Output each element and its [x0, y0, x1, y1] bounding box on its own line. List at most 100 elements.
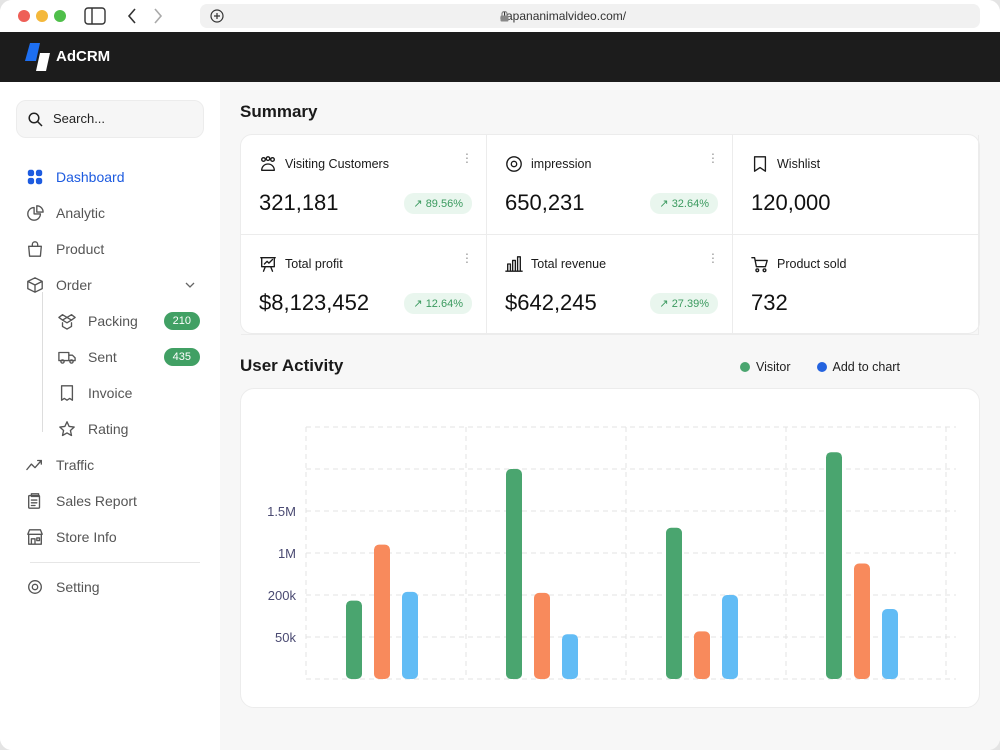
- browser-toolbar: Japananimalvideo.com/: [0, 0, 1000, 32]
- bar-blue-series[interactable]: [402, 592, 418, 679]
- app-header: AdCRM: [0, 32, 1000, 82]
- sidebar-item-dashboard[interactable]: Dashboard: [26, 162, 204, 192]
- sidebar-item-label: Sales Report: [56, 493, 137, 509]
- summary-card-total-revenue: Total revenue$642,245···↗ 27.39%: [487, 235, 733, 335]
- search-input[interactable]: [51, 110, 195, 127]
- sidebar-item-analytic[interactable]: Analytic: [26, 198, 204, 228]
- sidebar-item-store-info[interactable]: Store Info: [26, 522, 204, 552]
- count-badge: 210: [164, 312, 200, 330]
- change-value: 32.64%: [672, 198, 709, 210]
- sidebar-item-order[interactable]: Order: [26, 270, 204, 300]
- sidebar-item-label: Traffic: [56, 457, 94, 473]
- bars-icon: [505, 255, 523, 273]
- minimize-window-button[interactable]: [36, 10, 48, 22]
- card-value: 732: [751, 290, 788, 316]
- sidebar-item-invoice[interactable]: Invoice: [58, 378, 132, 408]
- sidebar-item-label: Product: [56, 241, 104, 257]
- card-value: $642,245: [505, 290, 597, 316]
- sidebar: Dashboard Analytic Product Order Packing 210 S…: [0, 82, 220, 750]
- star-icon: [58, 420, 76, 438]
- card-label: Product sold: [777, 257, 846, 271]
- more-options-icon[interactable]: ···: [464, 251, 470, 263]
- bar-orange-series[interactable]: [694, 631, 710, 679]
- card-value: 321,181: [259, 190, 339, 216]
- sidebar-item-label: Analytic: [56, 205, 105, 221]
- bar-visitor[interactable]: [826, 452, 842, 679]
- sidebar-item-rating[interactable]: Rating: [58, 414, 128, 444]
- bar-visitor[interactable]: [666, 528, 682, 679]
- card-label: impression: [531, 157, 591, 171]
- bar-chart: 50k200k1M1.5M: [241, 389, 979, 707]
- bar-blue-series[interactable]: [562, 634, 578, 679]
- sidebar-item-product[interactable]: Product: [26, 234, 204, 264]
- url-text[interactable]: Japananimalvideo.com/: [500, 9, 626, 23]
- browser-window: Japananimalvideo.com/ AdCRM Dashboard Ana…: [0, 0, 1000, 750]
- bar-visitor[interactable]: [346, 601, 362, 679]
- users-icon: [259, 155, 277, 173]
- summary-title: Summary: [240, 102, 317, 122]
- change-badge: ↗ 12.64%: [404, 293, 472, 314]
- trend-up-icon: ↗: [413, 198, 425, 210]
- new-tab-icon[interactable]: [210, 9, 224, 23]
- card-label: Visiting Customers: [285, 157, 389, 171]
- more-options-icon[interactable]: ···: [710, 151, 716, 163]
- bookmark-icon: [751, 155, 769, 173]
- sidebar-item-packing[interactable]: Packing: [58, 306, 138, 336]
- sidebar-item-label: Setting: [56, 579, 100, 595]
- app-name: AdCRM: [56, 48, 110, 65]
- more-options-icon[interactable]: ···: [464, 151, 470, 163]
- sidebar-item-sent[interactable]: Sent: [58, 342, 117, 372]
- search-icon: [28, 112, 43, 127]
- legend-item[interactable]: Visitor: [740, 360, 791, 374]
- sidebar-item-sales-report[interactable]: Sales Report: [26, 486, 204, 516]
- bar-orange-series[interactable]: [374, 545, 390, 679]
- summary-cards: Visiting Customers 321,181 ··· ↗ 89.56% impr…: [240, 134, 980, 334]
- more-options-icon[interactable]: ···: [710, 251, 716, 263]
- close-window-button[interactable]: [18, 10, 30, 22]
- trend-up-icon: ↗: [413, 298, 425, 310]
- back-icon[interactable]: [126, 7, 138, 25]
- address-bar[interactable]: Japananimalvideo.com/: [200, 4, 980, 28]
- summary-card-impression: impression 650,231 ··· ↗ 32.64%: [487, 135, 733, 235]
- search-box[interactable]: [16, 100, 204, 138]
- bag-icon: [26, 240, 44, 258]
- y-tick-label: 1.5M: [267, 504, 296, 519]
- sidebar-divider: [30, 562, 200, 563]
- trend-up-icon: ↗: [659, 198, 671, 210]
- sidebar-item-label: Invoice: [88, 385, 132, 401]
- sidebar-item-label: Sent: [88, 349, 117, 365]
- card-label: Wishlist: [777, 157, 820, 171]
- cart-icon: [751, 255, 769, 273]
- bar-blue-series[interactable]: [722, 595, 738, 679]
- summary-card-total-profit: Total profit$8,123,452···↗ 12.64%: [241, 235, 487, 335]
- chevron-down-icon[interactable]: [184, 279, 196, 291]
- lock-icon: [500, 11, 509, 22]
- sidebar-item-setting[interactable]: Setting: [26, 572, 204, 602]
- sidebar-item-traffic[interactable]: Traffic: [26, 450, 204, 480]
- bar-orange-series[interactable]: [534, 593, 550, 679]
- legend-label: Visitor: [756, 360, 791, 374]
- y-tick-label: 50k: [275, 630, 296, 645]
- summary-card-product-sold: Product sold 732: [733, 235, 979, 335]
- legend-item[interactable]: Add to chart: [817, 360, 900, 374]
- trend-up-icon: ↗: [659, 298, 671, 310]
- sidebar-item-label: Rating: [88, 421, 128, 437]
- legend-dot-icon: [740, 362, 750, 372]
- box-icon: [26, 276, 44, 294]
- change-badge: ↗ 89.56%: [404, 193, 472, 214]
- card-value: $8,123,452: [259, 290, 369, 316]
- packing-icon: [58, 312, 76, 330]
- y-tick-label: 1M: [278, 546, 296, 561]
- bar-blue-series[interactable]: [882, 609, 898, 679]
- trend-icon: [26, 456, 44, 474]
- maximize-window-button[interactable]: [54, 10, 66, 22]
- store-icon: [26, 528, 44, 546]
- card-value: 650,231: [505, 190, 585, 216]
- change-value: 89.56%: [426, 198, 463, 210]
- sidebar-toggle-icon[interactable]: [84, 7, 106, 25]
- forward-icon[interactable]: [152, 7, 164, 25]
- eye-icon: [505, 155, 523, 173]
- presentation-icon: [259, 255, 277, 273]
- bar-visitor[interactable]: [506, 469, 522, 679]
- bar-orange-series[interactable]: [854, 564, 870, 680]
